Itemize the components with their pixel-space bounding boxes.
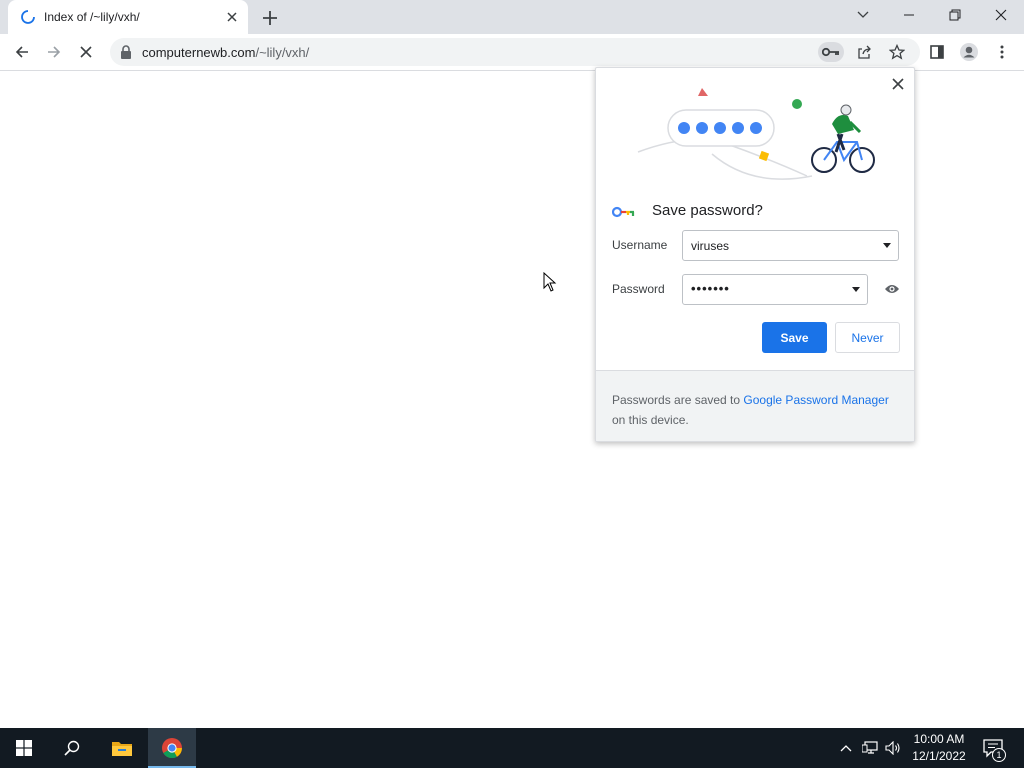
- share-icon[interactable]: [856, 44, 872, 60]
- back-arrow-icon: [15, 46, 28, 58]
- start-button[interactable]: [0, 728, 48, 768]
- forward-arrow-icon: [48, 46, 61, 58]
- username-label: Username: [612, 238, 668, 252]
- taskbar: 10:00 AM 12/1/2022 1: [0, 728, 1024, 768]
- minimize-button[interactable]: [886, 0, 932, 30]
- stop-icon: [80, 46, 92, 58]
- restore-icon: [949, 9, 961, 21]
- url-path: /~lily/vxh/: [255, 45, 310, 60]
- save-password-dialog: Save password? Username viruses Password…: [595, 67, 915, 442]
- url-text[interactable]: computernewb.com/~lily/vxh/: [142, 45, 309, 60]
- dropdown-arrow-icon: [883, 243, 891, 248]
- system-clock[interactable]: 10:00 AM 12/1/2022: [906, 731, 972, 765]
- search-icon: [64, 740, 80, 756]
- username-field[interactable]: viruses: [682, 230, 899, 261]
- loading-spinner-icon: [21, 10, 35, 24]
- side-panel-button[interactable]: [927, 42, 947, 62]
- file-explorer-icon: [112, 742, 132, 756]
- tab-search-button[interactable]: [840, 0, 886, 30]
- footer-text-start: Passwords are saved to: [612, 393, 744, 407]
- username-value: viruses: [691, 239, 730, 253]
- plus-icon[interactable]: [260, 8, 280, 28]
- url-host: computernewb.com: [142, 45, 256, 60]
- footer-text: Passwords are saved to Google Password M…: [612, 390, 904, 430]
- star-icon[interactable]: [889, 44, 905, 60]
- file-explorer-button[interactable]: [98, 728, 146, 768]
- password-label: Password: [612, 282, 665, 296]
- dropdown-arrow-icon: [852, 287, 860, 292]
- network-icon: [862, 741, 878, 754]
- more-vert-icon: [1000, 45, 1004, 59]
- windows-start-icon: [16, 740, 32, 756]
- clock-date: 12/1/2022: [912, 749, 966, 763]
- tab-strip: Index of /~lily/vxh/: [0, 0, 1024, 34]
- dialog-footer: Passwords are saved to Google Password M…: [596, 370, 914, 441]
- tab-title: Index of /~lily/vxh/: [44, 10, 140, 24]
- footer-text-end: on this device.: [612, 413, 689, 427]
- eye-icon[interactable]: [884, 282, 900, 296]
- profile-icon: [960, 43, 978, 61]
- password-field[interactable]: •••••••: [682, 274, 868, 305]
- show-hidden-icons-button[interactable]: [838, 740, 854, 756]
- menu-button[interactable]: [992, 42, 1012, 62]
- chrome-icon: [162, 738, 182, 759]
- browser-tab[interactable]: Index of /~lily/vxh/: [8, 0, 248, 34]
- close-icon: [995, 9, 1007, 21]
- password-manager-link[interactable]: Google Password Manager: [743, 393, 888, 407]
- password-illustration: [637, 88, 875, 180]
- browser-toolbar: computernewb.com/~lily/vxh/: [0, 34, 1024, 71]
- chevron-up-icon: [840, 745, 852, 752]
- address-bar[interactable]: computernewb.com/~lily/vxh/: [110, 38, 920, 66]
- restore-button[interactable]: [932, 0, 978, 30]
- never-button[interactable]: Never: [835, 322, 900, 353]
- stop-button[interactable]: [76, 42, 96, 62]
- close-icon[interactable]: [890, 76, 906, 92]
- network-button[interactable]: [862, 740, 878, 756]
- password-value: •••••••: [691, 281, 730, 296]
- search-button[interactable]: [48, 728, 96, 768]
- save-button[interactable]: Save: [762, 322, 827, 353]
- volume-button[interactable]: [885, 740, 901, 756]
- lock-icon[interactable]: [120, 45, 132, 59]
- sidebar-icon: [930, 45, 944, 59]
- forward-button[interactable]: [44, 42, 64, 62]
- notification-count-badge: 1: [992, 748, 1006, 762]
- password-key-button[interactable]: [818, 42, 844, 62]
- volume-icon: [885, 741, 900, 755]
- mouse-cursor-icon: [543, 272, 557, 292]
- clock-time: 10:00 AM: [913, 732, 965, 746]
- key-icon: [822, 47, 839, 57]
- profile-button[interactable]: [959, 42, 979, 62]
- close-icon[interactable]: [224, 9, 240, 25]
- close-window-button[interactable]: [978, 0, 1024, 30]
- chrome-taskbar-button[interactable]: [148, 728, 196, 768]
- dialog-title: Save password?: [652, 202, 763, 219]
- back-button[interactable]: [12, 42, 32, 62]
- minimize-icon: [904, 14, 914, 16]
- key-icon: [612, 206, 635, 218]
- chevron-down-icon: [857, 11, 869, 18]
